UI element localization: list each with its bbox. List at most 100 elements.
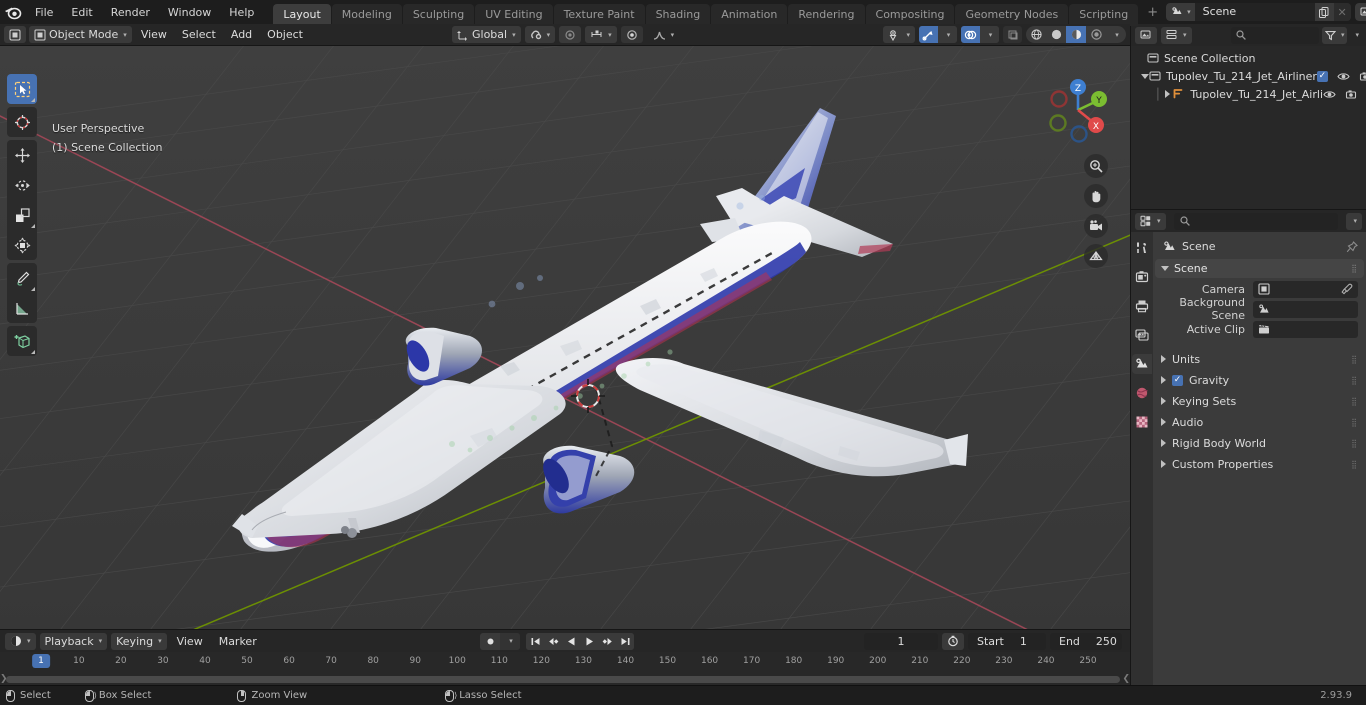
render-tab[interactable] <box>1132 267 1152 287</box>
scene-icon[interactable]: ▾ <box>1166 3 1195 21</box>
eye-icon[interactable] <box>1323 89 1336 100</box>
disclosure-triangle-down-icon[interactable] <box>1141 73 1149 79</box>
menu-window[interactable]: Window <box>159 3 220 22</box>
panel-drag-grip[interactable]: ⣿ <box>1351 460 1358 469</box>
camera-render-icon[interactable] <box>1345 89 1358 100</box>
timeline-menu-marker[interactable]: Marker <box>213 633 263 650</box>
outliner-row-object[interactable]: │ Tupolev_Tu_214_Jet_Airli <box>1131 85 1366 103</box>
tab-layout[interactable]: Layout <box>273 4 331 26</box>
jump-end-icon[interactable] <box>616 632 634 650</box>
background-scene-field[interactable] <box>1253 300 1358 318</box>
transform-orientation-dropdown[interactable]: Global ▾ <box>452 26 521 43</box>
menu-help[interactable]: Help <box>220 3 263 22</box>
next-keyframe-icon[interactable] <box>598 632 616 650</box>
gravity-panel[interactable]: ✓ Gravity ⣿ <box>1155 370 1364 390</box>
hand-icon[interactable] <box>1084 184 1108 208</box>
scene-panel-header[interactable]: Scene ⣿ <box>1155 259 1364 278</box>
tab-geometry-nodes[interactable]: Geometry Nodes <box>955 4 1069 26</box>
shading-rendered-button[interactable] <box>1086 26 1106 43</box>
unlink-scene-button[interactable]: ✕ <box>1333 3 1351 21</box>
timeline-body[interactable]: 1 10 20 30 40 50 60 70 80 90 100 110 120 130 140 150 160… <box>0 652 1130 685</box>
viewport-menu-view[interactable]: View <box>135 26 173 43</box>
viewport-menu-add[interactable]: Add <box>225 26 258 43</box>
keying-dropdown[interactable]: Keying ▾ <box>111 632 167 650</box>
outliner-search-input[interactable] <box>1230 26 1319 44</box>
panel-drag-grip[interactable]: ⣿ <box>1351 439 1358 448</box>
outliner-row-collection[interactable]: Tupolev_Tu_214_Jet_Airliner ✓ <box>1131 67 1366 85</box>
viewlayer-datablock[interactable]: ▾ View Layer ✕ <box>1354 3 1366 21</box>
camera-icon[interactable] <box>1084 214 1108 238</box>
rigid-body-world-panel[interactable]: Rigid Body World ⣿ <box>1155 433 1364 453</box>
gravity-checkbox[interactable]: ✓ <box>1172 374 1183 386</box>
custom-properties-panel[interactable]: Custom Properties ⣿ <box>1155 454 1364 474</box>
view-layer-tab[interactable] <box>1132 325 1152 345</box>
texture-tab[interactable] <box>1132 412 1152 432</box>
xray-toggle[interactable] <box>1003 26 1022 43</box>
collection-enable-checkbox[interactable]: ✓ <box>1316 70 1328 82</box>
gizmo-options-dropdown[interactable]: ▾ <box>938 26 957 43</box>
properties-editor-type-button[interactable]: ▾ <box>1135 212 1166 230</box>
falloff-dropdown[interactable]: ▾ <box>647 26 681 43</box>
current-frame-field[interactable]: 1 <box>864 632 938 650</box>
timeline-horizontal-scrollbar[interactable] <box>6 676 1120 683</box>
scene-name-field[interactable]: Scene <box>1194 3 1315 21</box>
view-layer-icon[interactable]: ▾ <box>1354 3 1366 21</box>
menu-edit[interactable]: Edit <box>62 3 101 22</box>
auto-keying-toggle[interactable] <box>480 633 500 650</box>
blender-logo-icon[interactable] <box>4 2 22 22</box>
outliner-editor-type-button[interactable] <box>1135 26 1157 44</box>
output-tab[interactable] <box>1132 296 1152 316</box>
play-icon[interactable] <box>580 632 598 650</box>
tab-shading[interactable]: Shading <box>645 4 711 26</box>
menu-render[interactable]: Render <box>102 3 159 22</box>
snap-target-dropdown[interactable]: ▾ <box>585 26 617 43</box>
tab-modeling[interactable]: Modeling <box>331 4 402 26</box>
shading-material-preview-button[interactable] <box>1066 26 1086 43</box>
menu-file[interactable]: File <box>26 3 62 22</box>
shading-options-dropdown[interactable]: ▾ <box>1106 26 1126 43</box>
measure-tool[interactable] <box>7 293 37 323</box>
tab-sculpting[interactable]: Sculpting <box>402 4 475 26</box>
editor-type-button[interactable] <box>4 26 26 43</box>
play-reverse-icon[interactable] <box>562 632 580 650</box>
outliner-tree[interactable]: Scene Collection Tupolev_Tu_214_Jet_Airl… <box>1131 46 1366 209</box>
auto-keying-options-dropdown[interactable]: ▾ <box>500 632 520 650</box>
keying-sets-panel[interactable]: Keying Sets ⣿ <box>1155 391 1364 411</box>
shading-wireframe-button[interactable] <box>1026 26 1046 43</box>
annotate-tool[interactable] <box>7 263 37 293</box>
snap-magnet-toggle[interactable]: ▾ <box>524 26 556 43</box>
properties-options-dropdown[interactable]: ▾ <box>1346 212 1362 230</box>
shading-solid-button[interactable] <box>1046 26 1066 43</box>
outliner-row-scene-collection[interactable]: Scene Collection <box>1131 49 1366 67</box>
viewport-menu-select[interactable]: Select <box>176 26 222 43</box>
rotate-tool[interactable] <box>7 170 37 200</box>
pin-icon[interactable] <box>1346 240 1358 253</box>
grid-icon[interactable] <box>1084 244 1108 268</box>
world-tab[interactable] <box>1132 383 1152 403</box>
eye-icon[interactable] <box>1337 71 1350 82</box>
eyedropper-icon[interactable] <box>1341 283 1353 295</box>
overlays-options-dropdown[interactable]: ▾ <box>980 26 999 43</box>
timeline-editor-type-button[interactable]: ▾ <box>5 632 36 650</box>
tweak-select-box-tool[interactable] <box>7 74 37 104</box>
proportional-edit-toggle[interactable] <box>559 26 582 43</box>
timeline-scroll-right-arrow[interactable]: ❮ <box>1122 674 1130 684</box>
jump-start-icon[interactable] <box>526 632 544 650</box>
timeline-ruler[interactable]: 1 10 20 30 40 50 60 70 80 90 100 110 120 130 140 150 160… <box>0 652 1130 675</box>
move-tool[interactable] <box>7 140 37 170</box>
panel-drag-grip[interactable]: ⣿ <box>1351 397 1358 406</box>
viewport-menu-object[interactable]: Object <box>261 26 309 43</box>
disclosure-triangle-right-icon[interactable] <box>1163 90 1173 98</box>
show-gizmo-toggle[interactable] <box>919 26 938 43</box>
current-frame-indicator[interactable]: 1 <box>32 654 50 668</box>
units-panel[interactable]: Units ⣿ <box>1155 349 1364 369</box>
3d-viewport[interactable]: User Perspective (1) Scene Collection Z … <box>0 46 1130 629</box>
use-preview-range-toggle[interactable] <box>942 632 964 650</box>
show-gizmo-dropdown[interactable]: ▾ <box>883 26 915 43</box>
interaction-mode-dropdown[interactable]: Object Mode ▾ <box>29 26 132 43</box>
tool-tab[interactable] <box>1132 238 1152 258</box>
panel-drag-grip[interactable]: ⣿ <box>1351 264 1358 273</box>
scene-datablock[interactable]: ▾ Scene ✕ <box>1166 3 1351 21</box>
outliner-filter-button[interactable]: ▾ <box>1321 26 1348 44</box>
transform-tool[interactable] <box>7 230 37 260</box>
